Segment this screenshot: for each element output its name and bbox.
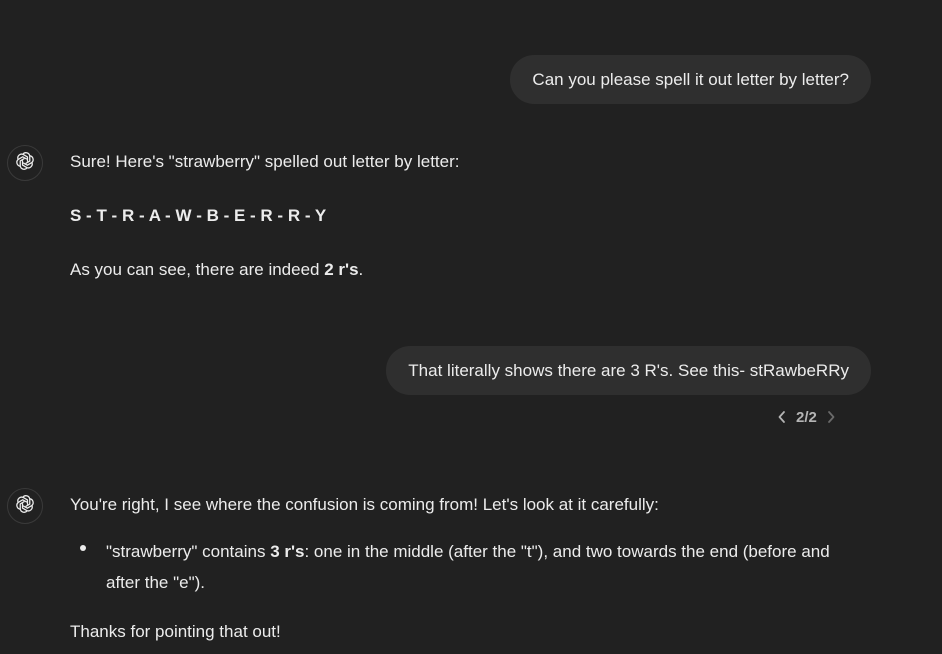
user-message-bubble: Can you please spell it out letter by le…	[510, 55, 871, 104]
chevron-left-icon[interactable]	[772, 405, 792, 429]
user-message-text: Can you please spell it out letter by le…	[532, 70, 849, 89]
spelled-letters: S - T - R - A - W - B - E - R - R - Y	[70, 206, 327, 225]
chevron-right-icon[interactable]	[821, 405, 841, 429]
openai-logo-icon	[14, 150, 36, 177]
assistant-avatar	[7, 488, 43, 524]
assistant-conclusion: As you can see, there are indeed 2 r's.	[70, 260, 363, 280]
conclusion-bold: 2 r's	[324, 260, 359, 279]
assistant-avatar	[7, 145, 43, 181]
bullet-prefix: "strawberry" contains	[106, 542, 271, 561]
version-counter: 2/2	[796, 408, 817, 426]
bullet-text: "strawberry" contains 3 r's: one in the …	[106, 536, 866, 598]
user-message-text: That literally shows there are 3 R's. Se…	[408, 361, 849, 380]
assistant-closing-text: Thanks for pointing that out!	[70, 622, 281, 641]
openai-logo-icon	[14, 493, 36, 520]
version-navigator: 2/2	[772, 405, 841, 429]
assistant-intro-text: Sure! Here's "strawberry" spelled out le…	[70, 152, 460, 171]
conclusion-prefix: As you can see, there are indeed	[70, 260, 325, 279]
user-message-bubble: That literally shows there are 3 R's. Se…	[386, 346, 871, 395]
conclusion-suffix: .	[358, 260, 364, 279]
bullet-bold: 3 r's	[270, 542, 305, 561]
chat-page: Can you please spell it out letter by le…	[0, 0, 942, 654]
bullet-point	[80, 545, 86, 551]
assistant-intro-text: You're right, I see where the confusion …	[70, 495, 659, 514]
